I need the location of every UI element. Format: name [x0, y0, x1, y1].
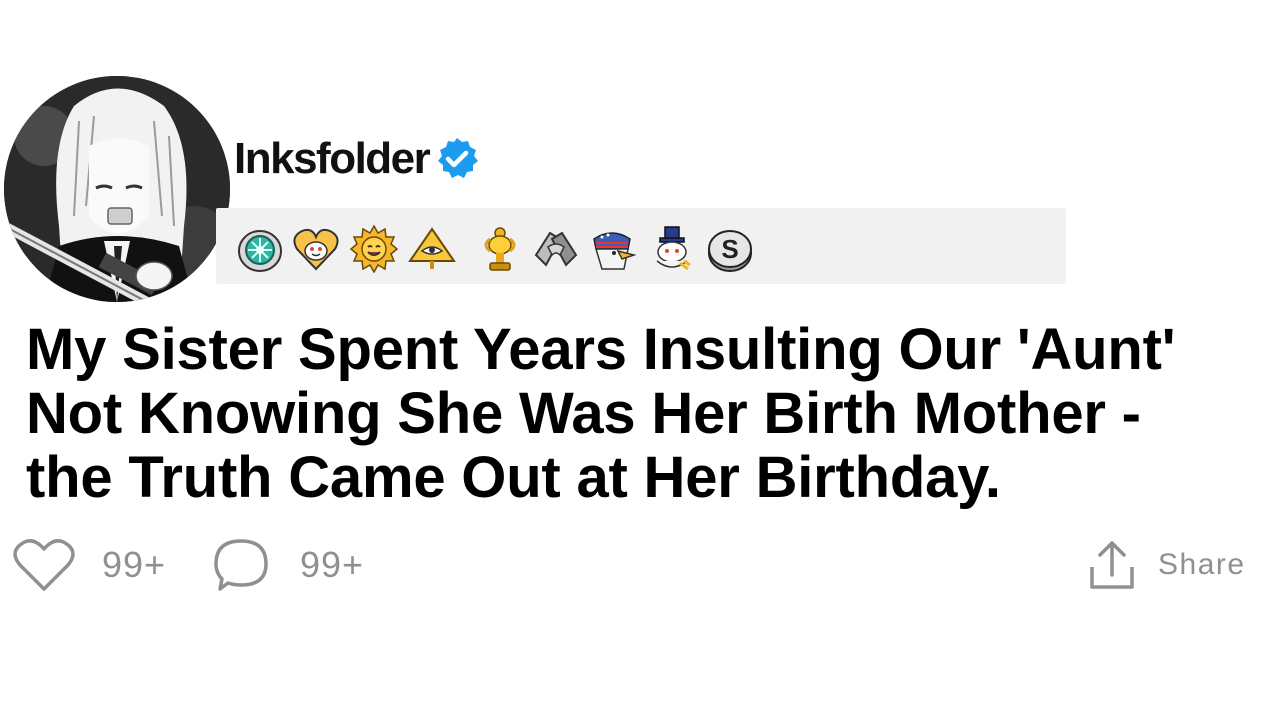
american-eagle-award-icon[interactable]: [588, 225, 636, 273]
wholesome-heart-award-icon[interactable]: [292, 225, 340, 273]
all-seeing-pyramid-award-icon[interactable]: [408, 225, 456, 273]
comment-button[interactable]: 99+: [212, 535, 364, 595]
svg-text:S: S: [721, 234, 738, 264]
speech-bubble-icon: [214, 539, 268, 591]
title-line: Not Knowing She Was Her Birth Mother -: [26, 381, 1141, 446]
like-count: 99+: [102, 544, 167, 585]
like-button[interactable]: 99+: [12, 535, 166, 595]
avatar[interactable]: [4, 76, 230, 302]
comment-count: 99+: [300, 544, 365, 585]
anime-girl-with-sword-avatar-icon: [4, 76, 230, 302]
teal-globe-award-icon[interactable]: [236, 225, 284, 273]
username[interactable]: Inksfolder: [234, 134, 431, 184]
title-line: My Sister Spent Years Insulting Our 'Aun…: [26, 317, 1176, 382]
silver-coin-award-icon[interactable]: S: [706, 225, 754, 273]
share-upload-icon: [1090, 541, 1134, 589]
post-title: My Sister Spent Years Insulting Our 'Aun…: [26, 318, 1276, 510]
gold-trophy-award-icon[interactable]: [476, 225, 524, 273]
post-card: Inksfolder S My Sister Spent Years Insul…: [0, 0, 1280, 720]
author-row: Inksfolder: [234, 130, 481, 188]
action-bar: 99+ 99+ Share: [0, 535, 1280, 595]
title-line: the Truth Came Out at Her Birthday.: [26, 445, 1001, 510]
share-label: Share: [1158, 548, 1246, 581]
awards-bar: S: [216, 208, 1066, 284]
golden-sun-award-icon[interactable]: [350, 225, 398, 273]
verified-badge-icon: [433, 135, 481, 183]
snoo-tophat-award-icon[interactable]: [648, 225, 696, 273]
share-button[interactable]: Share: [1088, 535, 1246, 595]
handshake-award-icon[interactable]: [532, 225, 580, 273]
heart-icon: [13, 539, 75, 591]
